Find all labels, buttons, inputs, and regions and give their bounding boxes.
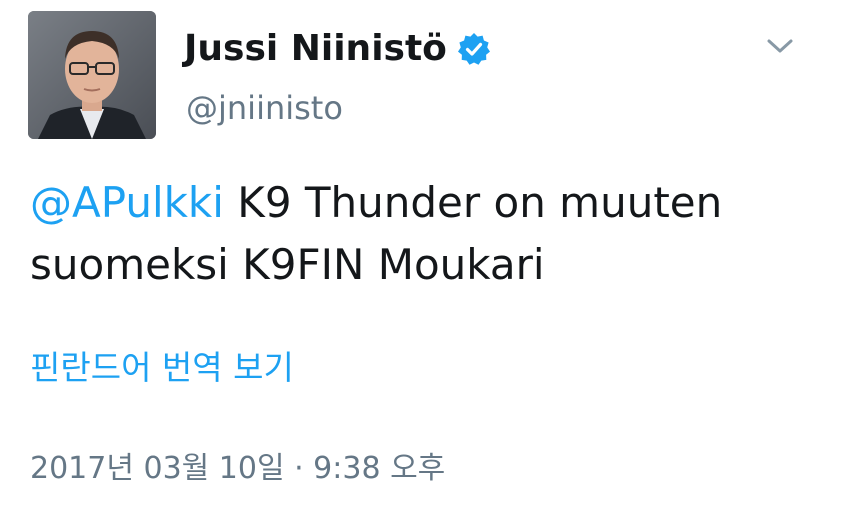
mention-link[interactable]: @APulkki bbox=[30, 178, 224, 227]
verified-badge-icon bbox=[457, 32, 491, 66]
tweet-text: @APulkki K9 Thunder on muuten suomeksi K… bbox=[30, 172, 820, 296]
tweet-timestamp[interactable]: 2017년 03월 10일 · 9:38 오후 bbox=[30, 449, 445, 489]
author-display-name[interactable]: Jussi Niinistö bbox=[184, 27, 447, 71]
author-name-row[interactable]: Jussi Niinistö bbox=[184, 27, 491, 71]
chevron-down-icon[interactable] bbox=[764, 34, 796, 58]
translate-link[interactable]: 핀란드어 번역 보기 bbox=[30, 346, 294, 390]
author-handle[interactable]: @jniinisto bbox=[186, 88, 343, 128]
avatar[interactable] bbox=[28, 11, 156, 139]
avatar-photo bbox=[28, 11, 156, 139]
